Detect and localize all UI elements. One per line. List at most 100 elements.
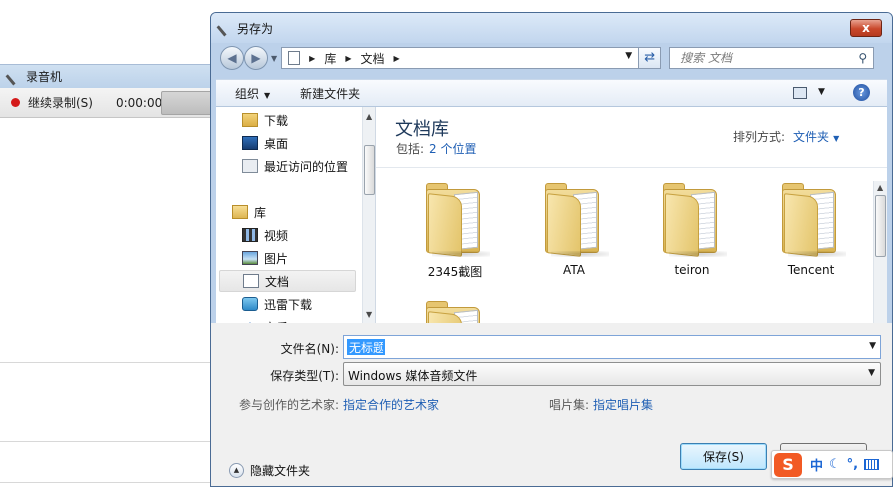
hide-folders-toggle[interactable]: ▲ 隐藏文件夹 — [229, 462, 310, 479]
video-icon — [242, 228, 258, 242]
filename-label: 文件名(N): — [280, 342, 339, 356]
close-button[interactable]: x — [850, 19, 882, 37]
half-width-moon-icon[interactable]: ☾ — [829, 457, 841, 472]
filename-input[interactable] — [347, 339, 385, 355]
view-options-chevron-icon[interactable]: ▼ — [818, 87, 825, 97]
includes-label: 包括: — [396, 142, 425, 156]
library-includes: 包括: 2 个位置 — [396, 140, 477, 157]
recent-places-icon — [242, 159, 258, 173]
scroll-up-icon[interactable]: ▲ — [877, 183, 883, 192]
recorder-titlebar: 录音机 — [0, 64, 212, 88]
chevron-down-icon[interactable]: ▼ — [833, 134, 839, 143]
search-box[interactable]: ⚲ — [669, 47, 875, 69]
pictures-icon — [242, 251, 258, 265]
breadcrumb-documents[interactable]: 文档 — [360, 50, 384, 67]
filetype-label: 保存类型(T): — [270, 369, 339, 383]
ime-language-toggle[interactable]: 中 — [810, 455, 823, 474]
chevron-down-icon: ▼ — [264, 90, 271, 100]
folder-item[interactable] — [400, 299, 510, 323]
punctuation-icon[interactable]: °, — [847, 457, 858, 472]
nav-item-recent-places[interactable]: 最近访问的位置 — [242, 155, 348, 177]
desktop-icon — [242, 136, 258, 150]
navigation-scrollbar[interactable]: ▲ ▼ — [362, 107, 375, 323]
folder-icon — [424, 299, 486, 323]
artist-label: 参与创作的艺术家: — [239, 398, 340, 412]
folder-label: teiron — [674, 263, 710, 277]
nav-item-desktop[interactable]: 桌面 — [242, 132, 288, 154]
refresh-button[interactable]: ⇄ — [639, 47, 662, 69]
save-button[interactable]: 保存(S) — [680, 443, 767, 470]
nav-item-videos[interactable]: 视频 — [242, 224, 288, 246]
divider — [0, 482, 212, 483]
address-bar[interactable]: ▶ 库 ▶ 文档 ▶ ▼ — [281, 47, 640, 69]
change-view-icon[interactable] — [793, 87, 807, 99]
search-input[interactable] — [680, 51, 841, 65]
arrange-by-dropdown[interactable]: 文件夹 — [793, 130, 829, 144]
forward-button[interactable]: ▶ — [244, 46, 268, 70]
organize-menu[interactable]: 组织 ▼ — [235, 85, 270, 102]
file-list-scrollbar[interactable]: ▲ — [873, 181, 887, 323]
folder-label: ATA — [563, 263, 585, 277]
folder-item[interactable]: 2345截图 — [400, 181, 510, 301]
nav-item-label: 图片 — [264, 251, 289, 266]
artist-field[interactable]: 指定合作的艺术家 — [343, 396, 439, 413]
search-icon[interactable]: ⚲ — [858, 51, 867, 65]
breadcrumb-separator-icon[interactable]: ▶ — [309, 54, 315, 63]
library-icon — [232, 205, 248, 219]
filetype-select[interactable]: Windows 媒体音频文件 ▼ — [343, 362, 881, 386]
chevron-down-icon[interactable]: ▼ — [868, 368, 875, 378]
recording-time: 0:00:00 — [115, 95, 163, 110]
nav-item-thunder-downloads[interactable]: 迅雷下载 — [242, 293, 312, 315]
nav-item-music[interactable]: ♪ 音乐 — [242, 316, 288, 323]
scroll-down-icon[interactable]: ▼ — [366, 310, 372, 319]
chevron-down-icon[interactable]: ▼ — [869, 341, 876, 351]
folder-item[interactable]: ATA — [519, 181, 629, 301]
library-title: 文档库 — [395, 119, 449, 140]
nav-item-label: 文档 — [265, 274, 290, 289]
help-icon[interactable]: ? — [853, 84, 870, 101]
folder-label: Tencent — [787, 263, 835, 277]
microphone-icon — [216, 19, 234, 37]
chevron-up-icon: ▲ — [229, 463, 244, 478]
recorder-title: 录音机 — [26, 70, 63, 84]
nav-item-libraries[interactable]: 库 — [232, 201, 266, 223]
scrollbar-thumb[interactable] — [364, 145, 375, 195]
level-meter — [161, 91, 213, 115]
record-dot-icon — [11, 98, 20, 107]
sogou-logo-icon[interactable]: S — [774, 452, 802, 477]
dialog-title: 另存为 — [237, 21, 274, 36]
breadcrumb-separator-icon[interactable]: ▶ — [394, 54, 400, 63]
breadcrumb-library[interactable]: 库 — [324, 50, 336, 67]
recent-locations-chevron-icon[interactable]: ▼ — [271, 54, 277, 63]
album-field[interactable]: 指定唱片集 — [593, 396, 653, 413]
nav-item-label: 最近访问的位置 — [264, 159, 349, 174]
nav-item-documents[interactable]: 文档 — [219, 270, 356, 292]
folder-item[interactable]: Tencent — [756, 181, 866, 301]
dialog-titlebar[interactable]: 另存为 x — [211, 13, 892, 43]
hide-folders-label: 隐藏文件夹 — [250, 464, 311, 478]
save-as-dialog: 另存为 x ◀ ▶ ▼ ▶ 库 ▶ 文档 ▶ ▼ ⇄ ⚲ 组织 ▼ 新建文件夹 ▼… — [210, 12, 893, 487]
recorder-controls: 继续录制(S) 0:00:00 — [0, 88, 213, 118]
folder-icon — [424, 181, 490, 257]
filename-combobox[interactable]: ▼ — [343, 335, 881, 359]
folder-item[interactable]: teiron — [637, 181, 747, 301]
organize-label: 组织 — [235, 86, 260, 101]
arrow-left-icon: ◀ — [227, 51, 237, 65]
address-dropdown-icon[interactable]: ▼ — [625, 51, 632, 61]
ime-toolbar[interactable]: S 中 ☾ °, — [771, 450, 893, 479]
divider — [376, 167, 887, 168]
nav-item-label: 桌面 — [264, 136, 289, 151]
folder-icon — [543, 181, 609, 257]
keyboard-icon[interactable] — [864, 459, 880, 470]
nav-item-pictures[interactable]: 图片 — [242, 247, 288, 269]
scroll-up-icon[interactable]: ▲ — [366, 112, 372, 121]
download-folder-icon — [242, 113, 258, 127]
nav-item-downloads[interactable]: 下载 — [242, 109, 288, 131]
breadcrumb-separator-icon[interactable]: ▶ — [345, 54, 351, 63]
divider — [0, 441, 212, 442]
scrollbar-thumb[interactable] — [875, 195, 886, 257]
back-button[interactable]: ◀ — [220, 46, 244, 70]
resume-recording-button[interactable]: 继续录制(S) — [28, 94, 93, 111]
new-folder-button[interactable]: 新建文件夹 — [300, 85, 360, 102]
includes-locations-link[interactable]: 2 个位置 — [429, 142, 476, 156]
